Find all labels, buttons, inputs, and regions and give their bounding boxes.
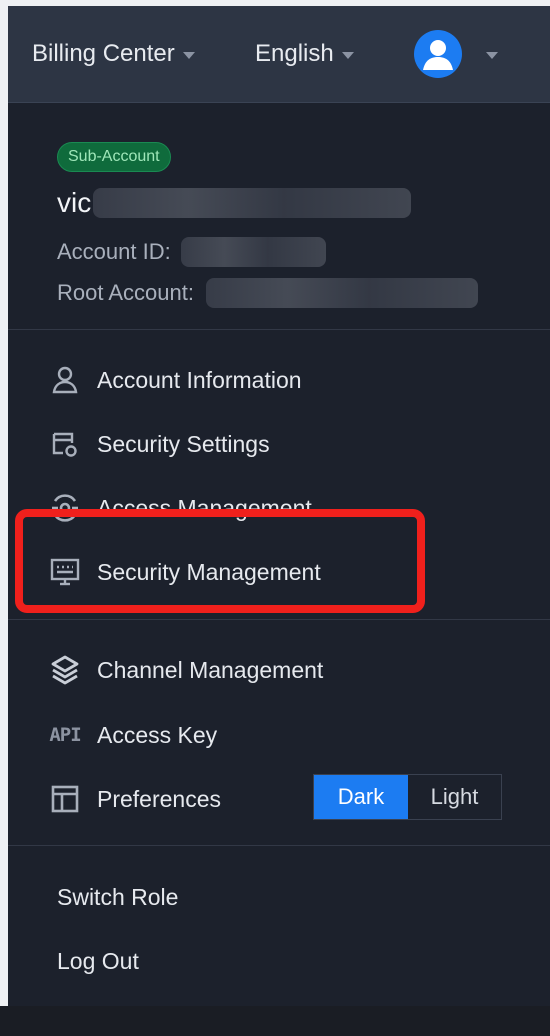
menu-item-label: Account Information [97, 366, 302, 393]
theme-toggle: Dark Light [313, 774, 502, 820]
language-dropdown[interactable]: English [255, 6, 354, 102]
screenshot-frame: Billing Center English Sub-Account vic A… [0, 0, 550, 1036]
account-username: vic [57, 187, 412, 219]
theme-option-dark[interactable]: Dark [314, 775, 408, 819]
shield-gear-icon [48, 427, 82, 461]
layers-icon [48, 653, 82, 687]
menu-item-label: Security Settings [97, 430, 270, 457]
menu-item-label: Security Management [97, 558, 321, 585]
redacted-account-id [180, 237, 326, 267]
menu-item-label: Access Management [97, 494, 312, 521]
root-account-row: Root Account: [57, 278, 478, 308]
billing-center-label: Billing Center [32, 40, 175, 67]
layout-icon [48, 782, 82, 816]
section-divider [8, 845, 550, 846]
menu-item-label: Channel Management [97, 656, 324, 683]
redacted-username [93, 188, 412, 218]
section-divider [8, 329, 550, 330]
menu-item-label: Access Key [97, 721, 218, 748]
api-icon: API [48, 718, 82, 752]
chevron-down-icon [182, 52, 195, 59]
menu-item-security-settings[interactable]: Security Settings [48, 422, 270, 466]
user-icon [48, 363, 82, 397]
language-label: English [255, 40, 334, 67]
top-navigation-bar: Billing Center English [8, 6, 550, 103]
access-icon [48, 491, 82, 525]
username-visible-text: vic [57, 187, 92, 218]
api-icon-text: API [49, 724, 81, 746]
monitor-icon [48, 555, 82, 589]
chevron-down-icon [486, 52, 498, 59]
user-avatar-icon [414, 30, 462, 78]
theme-option-light[interactable]: Light [408, 775, 501, 819]
menu-item-preferences[interactable]: Preferences [48, 777, 221, 821]
root-account-label: Root Account: [57, 280, 194, 305]
menu-item-access-management[interactable]: Access Management [48, 486, 312, 530]
billing-center-dropdown[interactable]: Billing Center [32, 6, 195, 102]
menu-item-security-management[interactable]: Security Management [48, 550, 321, 594]
menu-item-label: Preferences [97, 785, 222, 812]
account-dropdown-panel: Sub-Account vic Account ID: Root Account… [8, 103, 550, 1006]
switch-role-link[interactable]: Switch Role [57, 884, 178, 911]
account-id-row: Account ID: [57, 237, 326, 267]
sub-account-badge: Sub-Account [57, 142, 171, 172]
account-id-label: Account ID: [57, 239, 171, 264]
chevron-down-icon [341, 52, 354, 59]
section-divider [8, 619, 550, 620]
bottom-edge [0, 1006, 550, 1036]
log-out-link[interactable]: Log Out [57, 948, 139, 975]
menu-item-access-key[interactable]: API Access Key [48, 713, 217, 757]
redacted-root-account [205, 278, 478, 308]
user-menu-trigger[interactable] [414, 30, 498, 78]
menu-item-channel-management[interactable]: Channel Management [48, 648, 323, 692]
menu-item-account-information[interactable]: Account Information [48, 358, 302, 402]
